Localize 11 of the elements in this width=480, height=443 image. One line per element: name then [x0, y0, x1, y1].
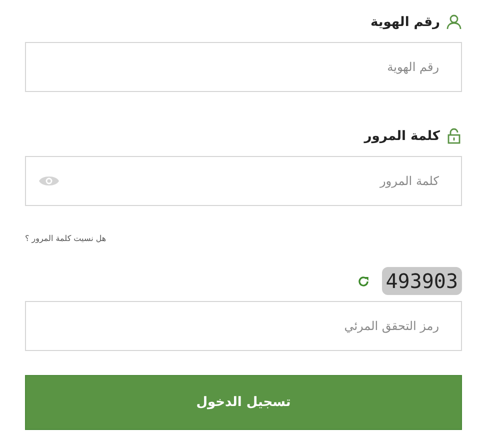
captcha-code: 493903 [382, 267, 462, 295]
field-label: كلمة المرور [364, 128, 440, 144]
refresh-icon[interactable] [356, 274, 370, 288]
captcha-input-field[interactable]: رمز التحقق المرئي [25, 301, 462, 351]
field-label: رقم الهوية [370, 14, 440, 30]
unlocked-padlock-icon [446, 128, 462, 144]
password-input-field[interactable]: كلمة المرور [25, 156, 462, 206]
forgot-password-link[interactable]: هل نسيت كلمة المرور ؟ [25, 234, 106, 248]
user-icon [446, 14, 462, 30]
id-input-field[interactable]: رقم الهوية [25, 42, 462, 92]
login-button[interactable]: تسجيل الدخول [25, 375, 462, 430]
